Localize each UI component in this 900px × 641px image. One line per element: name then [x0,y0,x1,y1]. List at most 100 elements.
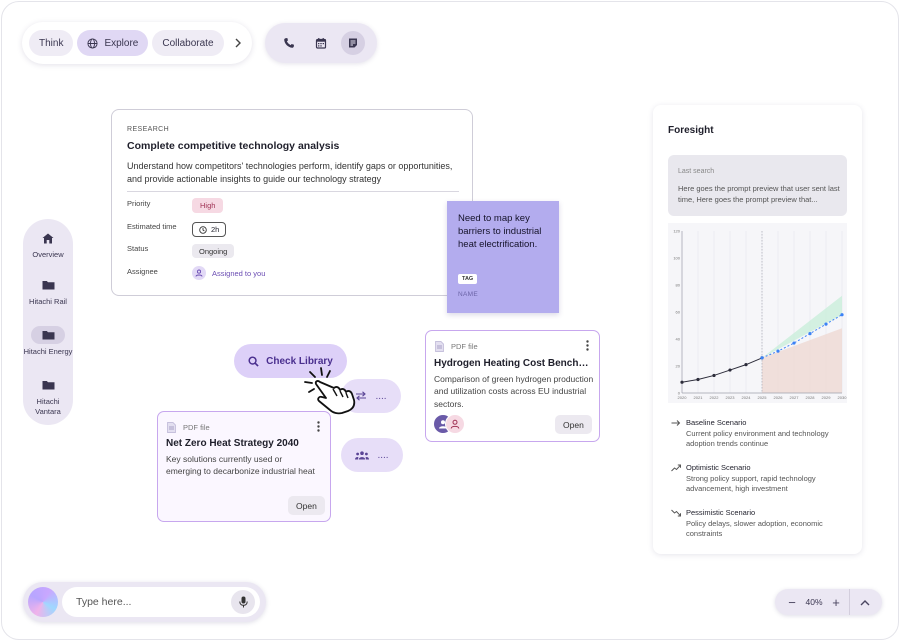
folder-icon [31,376,65,394]
forecast-chart: 0 20 40 60 80 100 120 2020 2021 2022 2023 2024 2025 2… [668,223,847,403]
folder-icon [31,326,65,344]
pdf-type: PDF file [435,341,478,352]
zoom-controls: − 40% + [775,589,882,615]
pdf-type-label: PDF file [183,423,210,432]
sidebar-item-hitachi-energy[interactable]: Hitachi Energy [23,326,73,357]
assistant-orb-icon[interactable] [28,587,58,617]
last-search-label: Last search [678,168,715,175]
mode-think[interactable]: Think [29,30,74,56]
pdf-type-label: PDF file [451,342,478,351]
chevron-up-icon[interactable] [856,593,874,611]
assignee-label: Assignee [127,267,158,276]
x-tick-label: 2025 [758,395,768,400]
x-tick-label: 2030 [838,395,847,400]
group-bubble[interactable]: .... [341,438,403,472]
last-search-box[interactable]: Last search Here goes the prompt preview… [668,155,847,216]
x-tick-label: 2020 [678,395,688,400]
scenario-name: Pessimistic Scenario [686,508,756,517]
divider [849,589,850,615]
zoom-in-button[interactable]: + [827,593,845,611]
note-icon[interactable] [341,31,365,55]
data-point [680,380,684,384]
sticky-tag: TAG [458,274,478,284]
pdf-title: Hydrogen Heating Cost Benchmark [434,358,594,369]
pdf-card-net-zero[interactable]: PDF file Net Zero Heat Strategy 2040 Key… [157,411,331,522]
group-icon [355,450,370,460]
open-button[interactable]: Open [555,415,592,434]
group-more-label: .... [377,449,389,461]
pdf-description: Key solutions currently used or emerging… [166,454,315,477]
pdf-card-hydrogen[interactable]: PDF file Hydrogen Heating Cost Benchmark… [425,330,600,442]
data-point [808,332,812,336]
sidebar-item-label: Hitachi Energy [23,347,73,356]
last-search-text: Here goes the prompt preview that user s… [678,184,840,205]
y-tick-label: 80 [676,283,681,288]
forecast-chart-svg: 0204060801001202020 2021 2022 2023 2024 2025 2… [673,229,847,401]
sidebar-item-overview[interactable]: Overview [23,229,73,260]
card-title: Complete competitive technology analysis [127,140,340,152]
pdf-type: PDF file [167,422,210,433]
zoom-out-button[interactable]: − [783,593,801,611]
arrow-right-icon [671,419,681,427]
chevron-right-icon[interactable] [232,33,245,53]
sidebar-item-label: Hitachi Vantara [35,397,61,416]
card-kicker: RESEARCH [127,126,170,133]
phone-icon[interactable] [277,31,301,55]
more-vertical-icon[interactable] [317,421,320,432]
research-task-card[interactable]: RESEARCH Complete competitive technology… [111,109,473,296]
assignee-value: Assigned to you [212,268,266,278]
data-point [824,322,828,326]
sticky-text: Need to map key barriers to industrial h… [458,213,542,251]
scenario-name: Baseline Scenario [686,418,747,427]
x-tick-label: 2026 [774,395,784,400]
y-tick-label: 100 [673,256,680,261]
more-vertical-icon[interactable] [586,340,589,351]
time-badge: 2h [192,222,227,237]
time-value: 2h [211,225,220,234]
mode-collaborate-label: Collaborate [162,37,214,49]
data-point [728,368,732,372]
collaborator-avatars [433,414,467,434]
x-tick-label: 2023 [726,395,736,400]
sidebar-item-label: Overview [32,250,64,259]
zoom-level: 40% [805,597,823,607]
mode-explore-label: Explore [104,37,139,49]
sticky-note[interactable]: Need to map key barriers to industrial h… [447,201,559,313]
calendar-icon[interactable] [309,31,333,55]
scenario-name: Optimistic Scenario [686,463,751,472]
trend-up-icon [671,464,681,472]
user-icon [192,266,206,280]
sidebar-item-hitachi-vantara[interactable]: Hitachi Vantara [23,376,73,417]
assignee[interactable]: Assigned to you [192,266,265,280]
file-icon [435,341,444,352]
sidebar-item-label: Hitachi Rail [29,297,67,306]
mode-collaborate[interactable]: Collaborate [152,30,224,56]
file-icon [167,422,176,433]
panel-title: Foresight [668,125,714,136]
x-tick-label: 2024 [742,395,752,400]
y-tick-label: 40 [676,337,681,342]
x-tick-label: 2022 [710,395,720,400]
status-label: Status [127,244,149,253]
folder-icon [31,276,65,294]
scenario-description: Strong policy support, rapid technology … [686,474,816,494]
priority-label: Priority [127,199,151,208]
card-description: Understand how competitors' technologies… [127,161,453,185]
open-button[interactable]: Open [288,496,325,515]
data-point [744,363,748,367]
foresight-panel: Foresight Last search Here goes the prom… [653,105,862,554]
microphone-icon[interactable] [231,590,255,614]
search-icon [248,355,259,367]
avatar [445,414,465,434]
mode-think-label: Think [39,37,64,49]
quick-toolbar [265,23,377,63]
sidebar-item-hitachi-rail[interactable]: Hitachi Rail [23,276,73,307]
time-label: Estimated time [127,222,177,231]
x-tick-label: 2029 [822,395,832,400]
x-tick-label: 2028 [806,395,816,400]
pdf-title: Net Zero Heat Strategy 2040 [166,438,299,449]
y-tick-label: 120 [673,229,680,234]
mode-explore[interactable]: Explore [77,30,149,56]
check-library-label: Check Library [266,355,333,367]
sticky-name: NAME [458,291,478,298]
